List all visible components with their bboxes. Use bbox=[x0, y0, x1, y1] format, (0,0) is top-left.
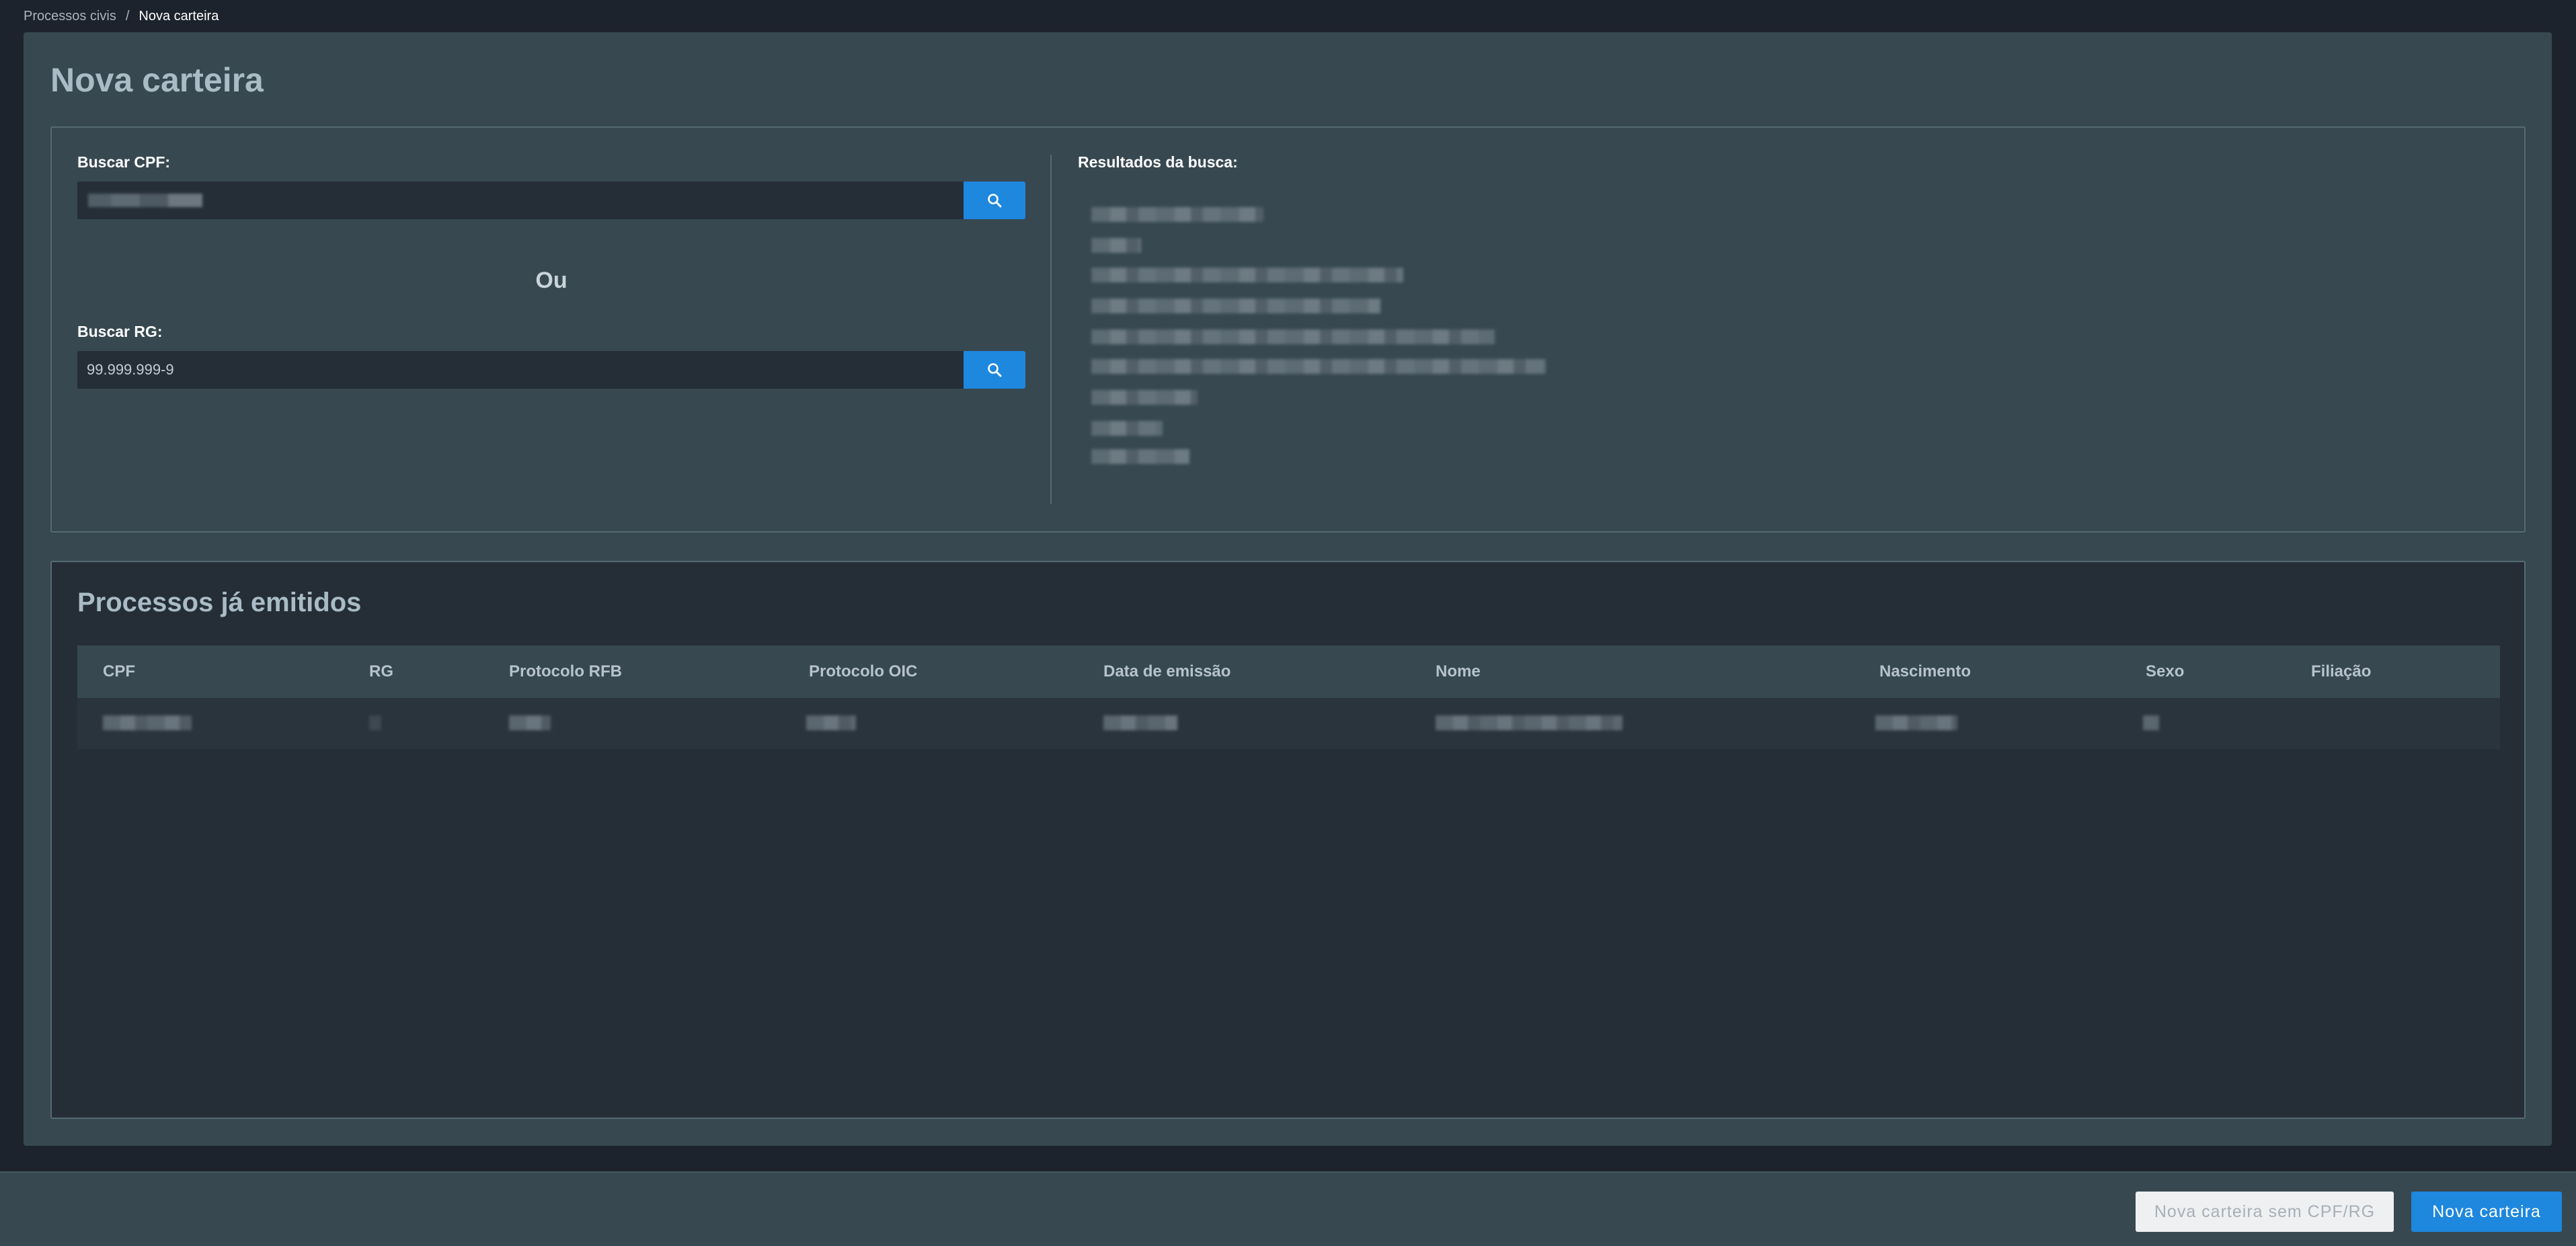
search-panel: Buscar CPF: Ou Buscar RG: Resu bbox=[50, 126, 2526, 533]
page-card: Nova carteira Buscar CPF: Ou Buscar RG: bbox=[24, 32, 2552, 1146]
cpf-label: Buscar CPF: bbox=[77, 153, 171, 171]
breadcrumb-link-processos-civis[interactable]: Processos civis bbox=[24, 7, 116, 26]
search-icon bbox=[988, 363, 1002, 377]
breadcrumb: Processos civis / Nova carteira bbox=[24, 7, 219, 26]
table-row[interactable] bbox=[77, 698, 2500, 749]
processes-title: Processos já emitidos bbox=[77, 588, 362, 617]
breadcrumb-current: Nova carteira bbox=[139, 9, 219, 24]
new-card-without-id-button[interactable]: Nova carteira sem CPF/RG bbox=[2136, 1192, 2394, 1232]
search-icon bbox=[988, 194, 1002, 208]
column-header-data-emissao[interactable]: Data de emissão bbox=[1103, 646, 1231, 698]
cpf-search-row bbox=[77, 182, 1025, 219]
cell-protocolo-oic-redacted bbox=[806, 715, 856, 730]
page-title: Nova carteira bbox=[50, 61, 264, 99]
processes-panel: Processos já emitidos CPF RG Protocolo R… bbox=[50, 561, 2526, 1119]
column-header-filiacao[interactable]: Filiação bbox=[2311, 646, 2371, 698]
cell-nascimento-redacted bbox=[1875, 715, 1957, 730]
column-header-protocolo-rfb[interactable]: Protocolo RFB bbox=[509, 646, 622, 698]
table-header: CPF RG Protocolo RFB Protocolo OIC Data … bbox=[77, 646, 2500, 698]
results-label: Resultados da busca: bbox=[1078, 153, 1238, 171]
breadcrumb-separator: / bbox=[125, 9, 130, 24]
rg-input[interactable] bbox=[77, 351, 964, 389]
column-header-rg[interactable]: RG bbox=[369, 646, 393, 698]
cell-data-emissao-redacted bbox=[1103, 715, 1177, 730]
rg-search-button[interactable] bbox=[964, 351, 1025, 389]
vertical-divider bbox=[1050, 155, 1052, 504]
cell-rg-redacted bbox=[369, 715, 381, 730]
column-header-nome[interactable]: Nome bbox=[1436, 646, 1481, 698]
cpf-search-button[interactable] bbox=[964, 182, 1025, 219]
footer-action-bar: Nova carteira sem CPF/RG Nova carteira bbox=[0, 1171, 2576, 1246]
cell-nome-redacted bbox=[1436, 715, 1623, 730]
cell-cpf-redacted bbox=[103, 715, 192, 730]
or-separator: Ou bbox=[535, 268, 568, 293]
cpf-input[interactable] bbox=[77, 182, 964, 219]
new-card-button[interactable]: Nova carteira bbox=[2411, 1192, 2562, 1232]
column-header-cpf[interactable]: CPF bbox=[103, 646, 135, 698]
cell-protocolo-rfb-redacted bbox=[509, 715, 551, 730]
cell-sexo-redacted bbox=[2143, 715, 2159, 730]
column-header-protocolo-oic[interactable]: Protocolo OIC bbox=[809, 646, 917, 698]
rg-label: Buscar RG: bbox=[77, 323, 163, 340]
column-header-sexo[interactable]: Sexo bbox=[2146, 646, 2184, 698]
column-header-nascimento[interactable]: Nascimento bbox=[1879, 646, 1971, 698]
rg-search-row bbox=[77, 351, 1025, 389]
